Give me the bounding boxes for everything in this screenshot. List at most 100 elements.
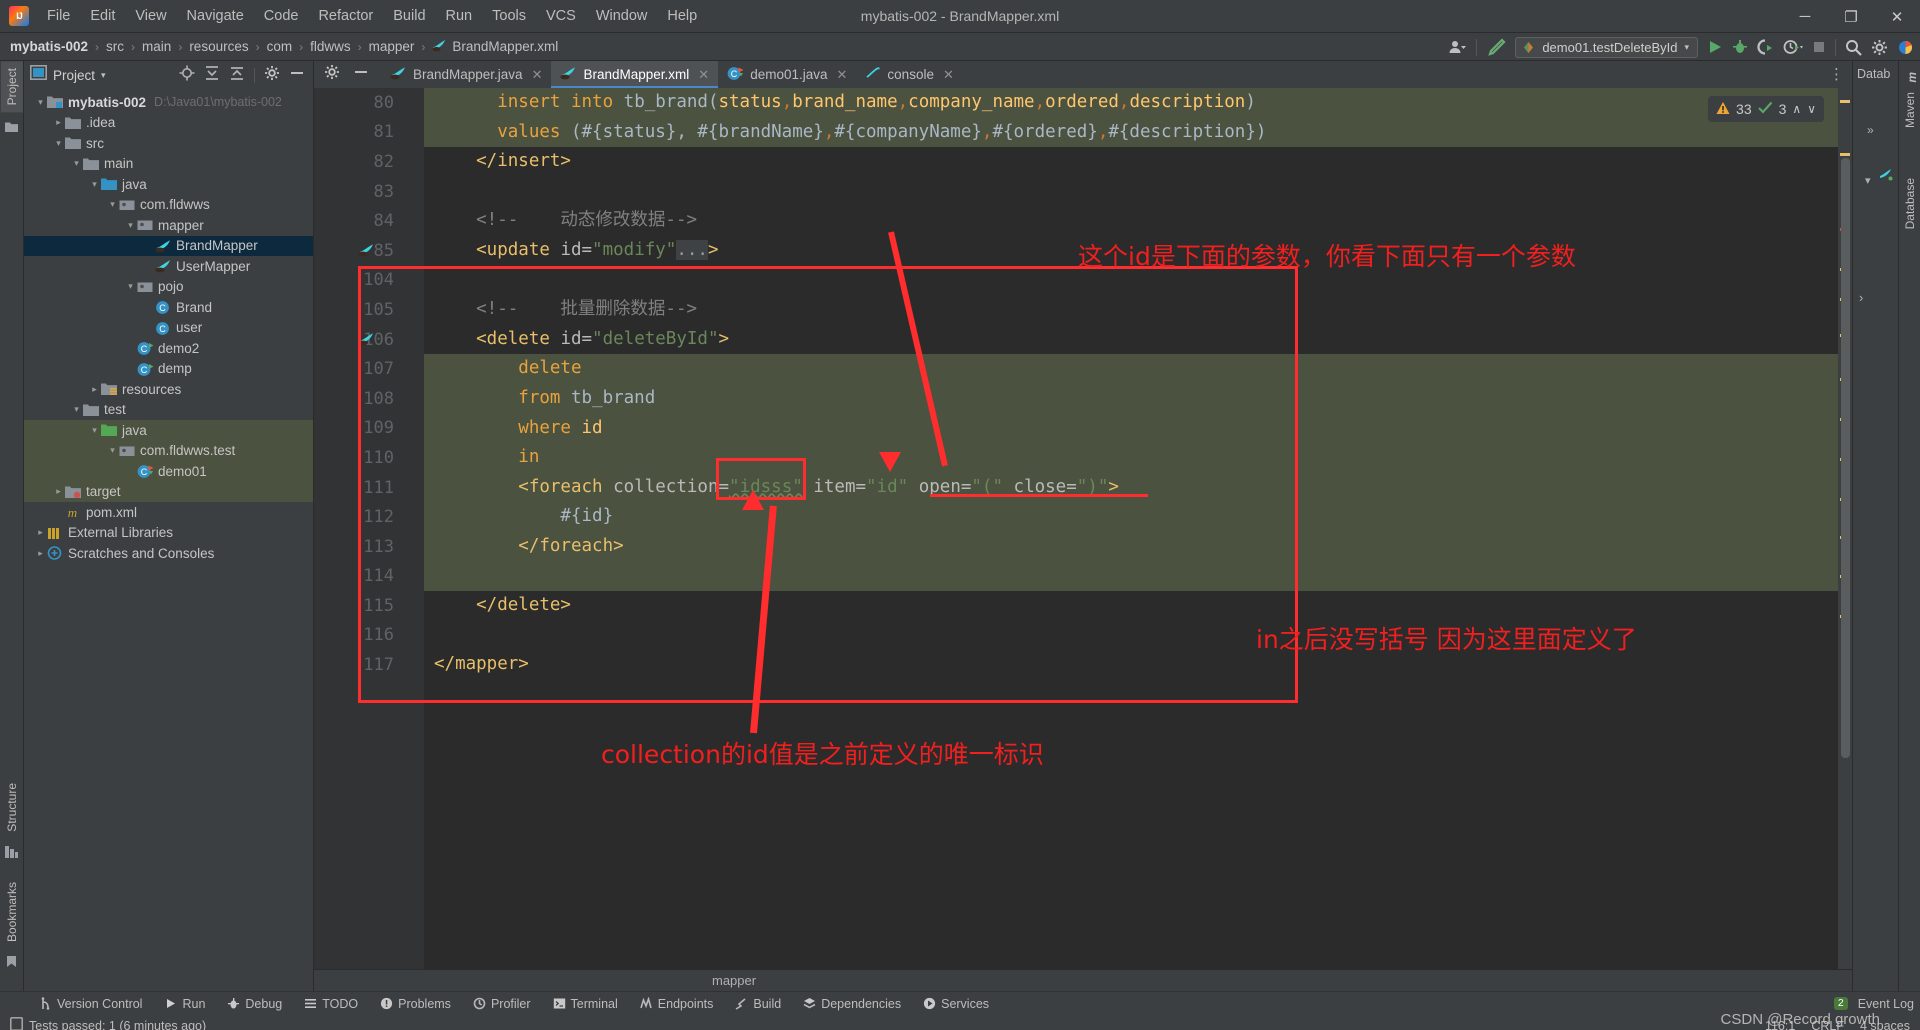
stop-icon[interactable] xyxy=(1812,40,1826,54)
prev-problem-icon[interactable]: ∧ xyxy=(1792,102,1801,116)
chevron-right-icon[interactable]: ▸ xyxy=(34,548,47,559)
tool-window-run[interactable]: Run xyxy=(153,997,216,1011)
tool-window-services[interactable]: Services xyxy=(912,997,1000,1011)
menu-item-help[interactable]: Help xyxy=(657,4,707,28)
right-arrow-icon[interactable]: › xyxy=(1859,289,1863,307)
tree-node-resources[interactable]: ▸ resources xyxy=(24,379,313,400)
code-line-117[interactable]: </mapper> xyxy=(424,650,1838,680)
tool-window-build[interactable]: Build xyxy=(724,997,792,1011)
chevron-down-icon[interactable]: ▾ xyxy=(88,425,101,436)
tool-window-version-control[interactable]: Version Control xyxy=(28,997,153,1011)
menu-item-edit[interactable]: Edit xyxy=(80,4,125,28)
chevron-down-icon[interactable]: ▾ xyxy=(70,158,83,169)
database-chip-label[interactable]: Datab xyxy=(1857,67,1890,81)
editor-tab-brandmapper-java[interactable]: BrandMapper.java ✕ xyxy=(381,61,551,88)
breadcrumb-item-brandmapper-xml[interactable]: BrandMapper.xml xyxy=(432,38,558,55)
tree-node-user[interactable]: Cuser xyxy=(24,318,313,339)
search-icon[interactable] xyxy=(1845,39,1862,56)
editor-tab-console[interactable]: console ✕ xyxy=(856,61,962,88)
tool-tab-database[interactable]: Database xyxy=(1899,171,1920,236)
hide-panel-icon[interactable] xyxy=(353,64,369,85)
editor-tab-brandmapper-xml[interactable]: BrandMapper.xml ✕ xyxy=(551,61,719,88)
breadcrumb-item-com[interactable]: com xyxy=(267,39,293,54)
chevron-right-icon[interactable]: ▸ xyxy=(88,384,101,395)
chevron-down-icon[interactable]: ▾ xyxy=(34,97,47,108)
breadcrumb-item-src[interactable]: src xyxy=(106,39,124,54)
code-line-85[interactable]: <update id="modify"...> xyxy=(424,236,1838,266)
breadcrumb-item-mapper[interactable]: mapper xyxy=(369,39,415,54)
tool-window-debug[interactable]: Debug xyxy=(216,997,293,1011)
collapse-all-icon[interactable] xyxy=(229,65,245,86)
menu-item-window[interactable]: Window xyxy=(586,4,658,28)
code-line-105[interactable]: <!-- 批量删除数据--> xyxy=(424,295,1838,325)
run-coverage-icon[interactable] xyxy=(1757,39,1774,55)
close-icon[interactable]: ✕ xyxy=(698,67,709,83)
run-configuration-selector[interactable]: demo01.testDeleteById ▾ xyxy=(1515,36,1698,58)
chevron-down-icon[interactable]: ▾ xyxy=(106,199,119,210)
tree-node-target[interactable]: ▸ target xyxy=(24,481,313,502)
tool-window-problems[interactable]: Problems xyxy=(369,997,462,1011)
tool-window-endpoints[interactable]: Endpoints xyxy=(629,997,725,1011)
folder-icon[interactable] xyxy=(5,120,18,138)
inspection-widget[interactable]: 33 3 ∧ ∨ xyxy=(1708,96,1824,122)
tree-node-java[interactable]: ▾ java xyxy=(24,420,313,441)
tree-node-usermapper[interactable]: UserMapper xyxy=(24,256,313,277)
tree-node-com-fldwws-test[interactable]: ▾ com.fldwws.test xyxy=(24,440,313,461)
tree-node-mybatis-002[interactable]: ▾ mybatis-002 D:\Java01\mybatis-002 xyxy=(24,92,313,113)
menu-item-view[interactable]: View xyxy=(125,4,176,28)
project-tree[interactable]: ▾ mybatis-002 D:\Java01\mybatis-002 ▸ .idea ▾… xyxy=(24,89,313,991)
menu-item-build[interactable]: Build xyxy=(383,4,435,28)
fold-marker-strip[interactable] xyxy=(402,88,424,969)
tool-tab-bookmarks[interactable]: Bookmarks xyxy=(1,875,23,949)
tree-node-main[interactable]: ▾ main xyxy=(24,154,313,175)
tree-node-test[interactable]: ▾ test xyxy=(24,400,313,421)
chevron-down-icon[interactable]: ▾ xyxy=(101,70,106,81)
chevron-down-icon[interactable]: ▾ xyxy=(70,404,83,415)
tool-tab-structure[interactable]: Structure xyxy=(1,776,23,839)
code-line-104[interactable] xyxy=(424,266,1838,296)
menu-item-navigate[interactable]: Navigate xyxy=(177,4,254,28)
mybatis-icon[interactable] xyxy=(1879,167,1893,186)
code-line-113[interactable]: </foreach> xyxy=(424,531,1838,562)
menu-item-vcs[interactable]: VCS xyxy=(536,4,586,28)
settings-gear-icon[interactable] xyxy=(1871,39,1888,56)
chevron-down-icon[interactable]: ▾ xyxy=(1684,42,1689,53)
hammer-icon[interactable] xyxy=(1486,38,1506,56)
tool-window-profiler[interactable]: Profiler xyxy=(462,997,542,1011)
tree-node-demo2[interactable]: Cdemo2 xyxy=(24,338,313,359)
tree-node-demo01[interactable]: Cdemo01 xyxy=(24,461,313,482)
settings-gear-icon[interactable] xyxy=(264,65,280,86)
event-log-area[interactable]: 2 Event Log xyxy=(1833,997,1914,1011)
code-line-84[interactable]: <!-- 动态修改数据--> xyxy=(424,206,1838,236)
editor-tab-demo01-java[interactable]: Cdemo01.java ✕ xyxy=(718,61,856,88)
tool-window-dependencies[interactable]: Dependencies xyxy=(792,997,912,1011)
chevron-right-icon[interactable]: ▸ xyxy=(52,486,65,497)
locate-file-icon[interactable] xyxy=(179,65,195,86)
close-icon[interactable]: ✕ xyxy=(532,67,543,83)
tree-node-mapper[interactable]: ▾ mapper xyxy=(24,215,313,236)
menu-item-tools[interactable]: Tools xyxy=(482,4,536,28)
expand-right-icon[interactable]: » xyxy=(1867,121,1874,139)
code-line-80[interactable]: insert into tb_brand(status,brand_name,c… xyxy=(424,88,1838,118)
tree-node-pom-xml[interactable]: m pom.xml xyxy=(24,502,313,523)
mybatis-gutter-icon[interactable] xyxy=(358,243,375,262)
error-stripe[interactable] xyxy=(1838,88,1852,969)
tree-node-com-fldwws[interactable]: ▾ com.fldwws xyxy=(24,195,313,216)
structure-icon[interactable] xyxy=(5,845,18,863)
tool-tab-project[interactable]: Project xyxy=(0,61,23,113)
run-icon[interactable] xyxy=(1707,39,1723,55)
code-line-106[interactable]: <delete id="deleteById"> xyxy=(424,325,1838,355)
expand-all-icon[interactable] xyxy=(204,65,220,86)
menu-item-code[interactable]: Code xyxy=(254,4,309,28)
tree-node-java[interactable]: ▾ java xyxy=(24,174,313,195)
chevron-right-icon[interactable]: ▸ xyxy=(34,527,47,538)
hide-panel-icon[interactable] xyxy=(289,65,305,86)
close-button[interactable]: ✕ xyxy=(1874,0,1920,33)
chevron-down-icon[interactable]: ▾ xyxy=(1865,171,1871,189)
profiler-icon[interactable] xyxy=(1783,39,1803,55)
breadcrumb-item-mybatis-002[interactable]: mybatis-002 xyxy=(10,39,88,54)
tree-node-demp[interactable]: Cdemp xyxy=(24,359,313,380)
minimize-button[interactable]: ─ xyxy=(1782,0,1828,33)
tree-node-scratches-and-consoles[interactable]: ▸ Scratches and Consoles xyxy=(24,543,313,564)
tree-node-brand[interactable]: C Brand xyxy=(24,297,313,318)
